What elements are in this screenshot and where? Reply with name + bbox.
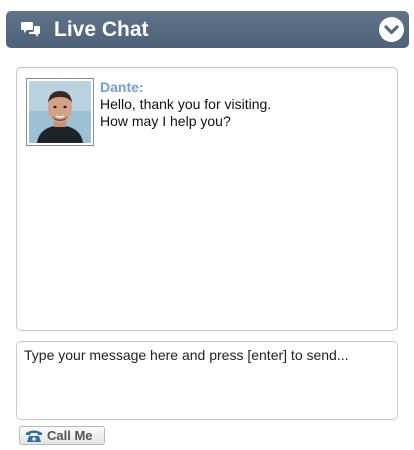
message-text-line: How may I help you? — [100, 113, 231, 129]
chevron-down-icon — [384, 25, 399, 35]
chat-header: Live Chat — [6, 11, 409, 48]
message-text-line: Hello, thank you for visiting. — [100, 96, 272, 112]
live-chat-widget: Live Chat Dante: Hello, thank you for vi… — [0, 0, 414, 450]
message-input-box — [16, 341, 398, 420]
call-me-button[interactable]: Call Me — [19, 426, 105, 445]
chat-title: Live Chat — [54, 18, 149, 41]
message-area[interactable]: Dante: Hello, thank you for visiting. Ho… — [16, 67, 398, 331]
message-input[interactable] — [24, 347, 390, 414]
agent-avatar — [26, 78, 94, 146]
collapse-button[interactable] — [379, 17, 404, 42]
message-body: Dante: Hello, thank you for visiting. Ho… — [100, 79, 380, 130]
chat-bubbles-icon — [21, 20, 41, 38]
call-me-label: Call Me — [47, 428, 93, 443]
telephone-icon — [25, 429, 43, 443]
message-sender: Dante: — [100, 79, 144, 95]
